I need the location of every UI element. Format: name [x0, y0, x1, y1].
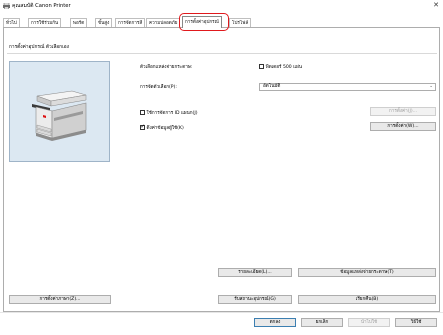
- title-bar: คุณสมบัติ Canon Printer ✕: [0, 0, 443, 12]
- printer-icon: [3, 3, 10, 9]
- tab-profile[interactable]: โปรไฟล์: [229, 18, 252, 27]
- paper-feeder-checkbox[interactable]: [259, 64, 264, 69]
- printer-preview-image: [9, 61, 110, 162]
- close-icon[interactable]: ✕: [433, 1, 439, 10]
- tab-highlight-box: [179, 13, 229, 31]
- tab-advanced[interactable]: ขั้นสูง: [95, 18, 113, 27]
- user-info-settings-button[interactable]: การตั้งค่า(W)...: [370, 122, 436, 131]
- restore-defaults-button[interactable]: เรียกคืน(B): [298, 295, 436, 304]
- auto-select-label: การจัดตัวเลือก(P):: [140, 85, 177, 90]
- cancel-button[interactable]: ยกเลิก: [301, 318, 343, 327]
- get-user-info-checkbox[interactable]: [140, 124, 145, 130]
- get-user-info-label: ดึงค่าข้อมูลผู้ใช้(K): [146, 126, 184, 131]
- get-user-info-row[interactable]: ดึงค่าข้อมูลผู้ใช้(K): [140, 124, 184, 132]
- dept-id-row[interactable]: ใช้การจัดการ ID แผนก(J): [140, 110, 198, 117]
- paper-feeder-row[interactable]: ฟีดเดอร์ 500 แผ่น: [259, 64, 302, 71]
- panel-heading: การตั้งค่าอุปกรณ์ ตัวเลือกเอง: [9, 45, 69, 50]
- chevron-down-icon: ⌄: [429, 84, 433, 89]
- apply-button[interactable]: นำไปใช้: [348, 318, 390, 327]
- ok-button[interactable]: ตกลง: [254, 318, 296, 327]
- paper-source-options-label: ตัวเลือกแหล่งจ่ายกระดาษ:: [140, 65, 193, 70]
- tab-ports[interactable]: พอร์ต: [70, 18, 88, 27]
- get-device-status-button[interactable]: รับสถานะอุปกรณ์(G): [218, 295, 292, 304]
- tab-color-management[interactable]: การจัดการสี: [115, 18, 146, 27]
- paper-feeder-label: ฟีดเดอร์ 500 แผ่น: [265, 65, 302, 70]
- auto-select-value: อัตโนมัติ: [263, 84, 281, 89]
- details-button[interactable]: รายละเอียด(L)...: [218, 268, 292, 277]
- dept-id-label: ใช้การจัดการ ID แผนก(J): [146, 111, 198, 116]
- dept-id-checkbox[interactable]: [140, 110, 145, 115]
- paper-source-info-button[interactable]: ข้อมูลแหล่งจ่ายกระดาษ(T): [298, 268, 436, 277]
- window-title: คุณสมบัติ Canon Printer: [12, 3, 71, 9]
- tab-security[interactable]: ความปลอดภัย: [146, 18, 181, 27]
- device-settings-panel: การตั้งค่าอุปกรณ์ ตัวเลือกเอง ตัวเลือกแห…: [3, 27, 440, 312]
- tab-sharing[interactable]: การใช้ร่วมกัน: [28, 18, 62, 27]
- language-settings-button[interactable]: การตั้งค่าภาษา(Z)...: [9, 295, 111, 304]
- divider: [7, 53, 437, 54]
- auto-select-dropdown[interactable]: อัตโนมัติ ⌄: [259, 83, 436, 91]
- help-button[interactable]: วิธีใช้: [395, 318, 437, 327]
- tab-general[interactable]: ทั่วไป: [3, 18, 20, 27]
- multifunction-printer-icon: [32, 90, 87, 141]
- dept-id-settings-button[interactable]: การตั้งค่า(J)...: [370, 107, 436, 116]
- footer-divider: [0, 312, 443, 313]
